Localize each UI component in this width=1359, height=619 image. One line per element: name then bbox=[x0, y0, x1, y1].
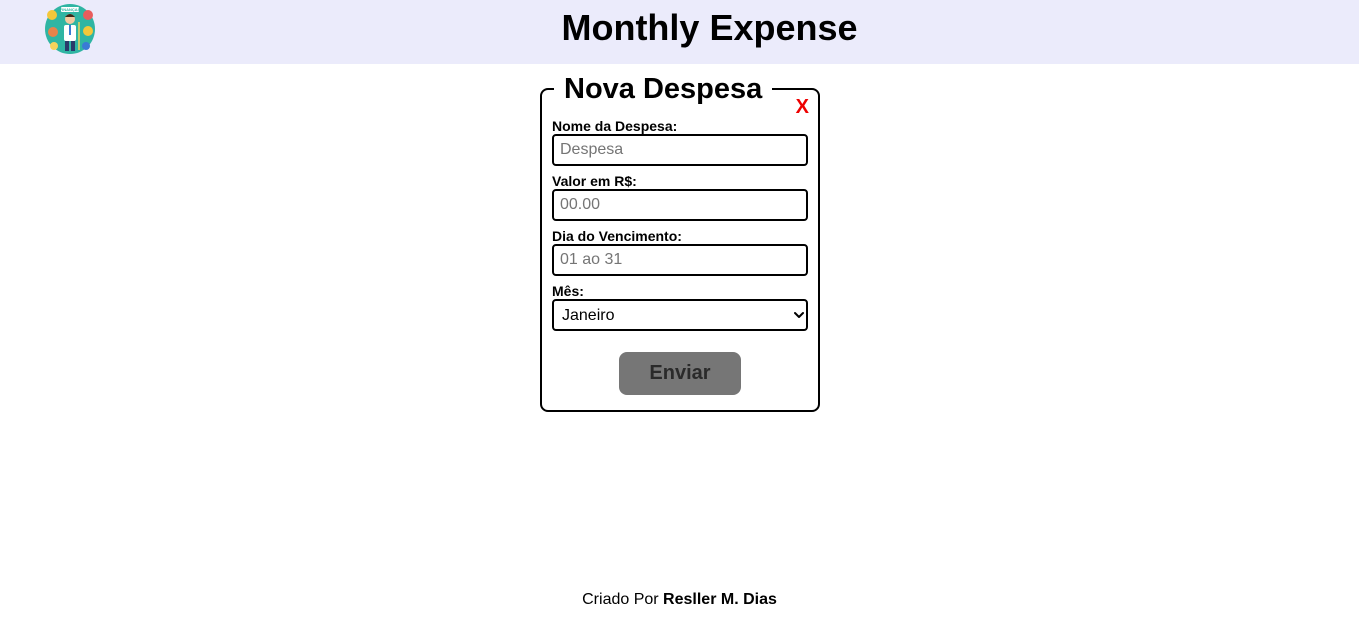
submit-button[interactable]: Enviar bbox=[619, 352, 741, 395]
expense-name-label: Nome da Despesa: bbox=[552, 118, 678, 134]
footer-credit: Criado Por Resller M. Dias bbox=[0, 590, 1359, 610]
page-title: Monthly Expense bbox=[561, 7, 858, 48]
due-day-label: Dia do Vencimento: bbox=[552, 228, 682, 244]
form-legend: Nova Despesa bbox=[554, 73, 773, 105]
expense-name-input[interactable] bbox=[552, 134, 808, 166]
month-select[interactable]: Janeiro bbox=[552, 299, 808, 331]
month-label: Mês: bbox=[552, 283, 584, 299]
new-expense-form: Nova Despesa X Nome da Despesa: Valor em… bbox=[540, 73, 820, 412]
close-button[interactable]: X bbox=[796, 96, 809, 118]
footer-prefix: Criado Por bbox=[582, 591, 664, 608]
due-day-input[interactable] bbox=[552, 244, 808, 276]
footer-author: Resller M. Dias bbox=[663, 591, 777, 608]
expense-value-label: Valor em R$: bbox=[552, 173, 637, 189]
expense-value-input[interactable] bbox=[552, 189, 808, 221]
app-header: FINANÇAS Monthly Expense bbox=[0, 0, 1359, 64]
